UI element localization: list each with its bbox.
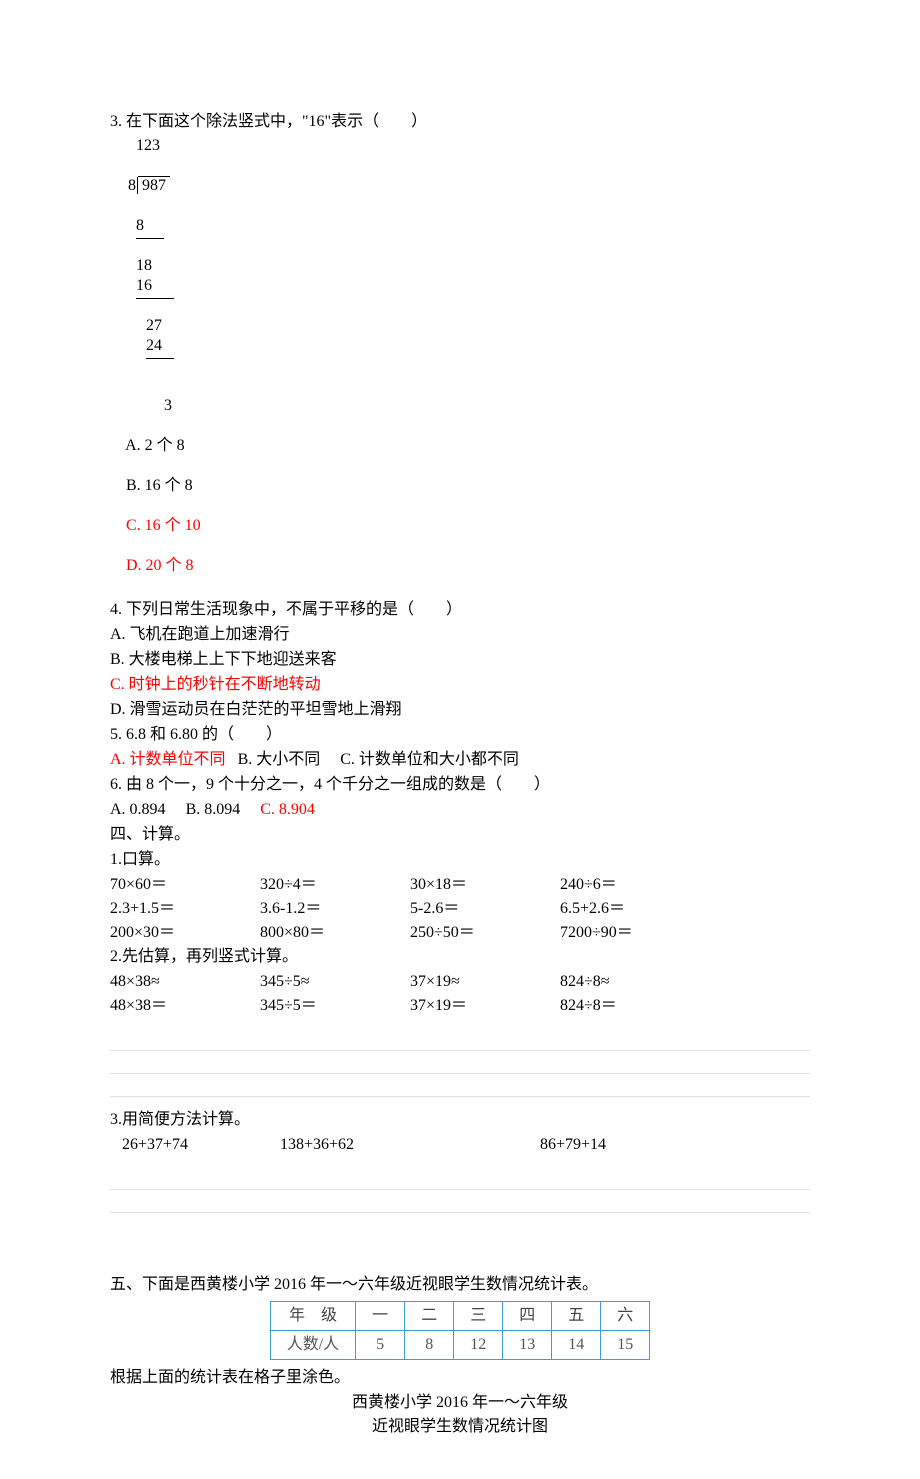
- step2-bring: 18: [136, 257, 152, 274]
- chart-title-2: 近视眼学生数情况统计图: [110, 1415, 810, 1439]
- mental-row3: 200×30＝ 800×80＝ 250÷50＝ 7200÷90＝: [110, 921, 810, 945]
- calc-item: 37×19≈: [410, 970, 560, 994]
- step2-sub: 16: [136, 277, 152, 294]
- table-cell: 13: [503, 1331, 552, 1360]
- simplify-row: 26+37+74 138+36+62 86+79+14: [110, 1133, 810, 1157]
- calc-item: 5-2.6＝: [410, 897, 560, 921]
- remainder: 3: [126, 396, 172, 416]
- q3-prompt: 3. 在下面这个除法竖式中，"16"表示（ ）: [110, 110, 810, 134]
- dividend: 987: [138, 176, 170, 194]
- calc-item: 3.6-1.2＝: [260, 897, 410, 921]
- calc-item: 800×80＝: [260, 921, 410, 945]
- calc-item: 138+36+62: [280, 1133, 540, 1157]
- calc-item: 824÷8≈: [560, 970, 710, 994]
- section5-instruction: 根据上面的统计表在格子里涂色。: [110, 1366, 810, 1390]
- table-header: 六: [601, 1302, 650, 1331]
- table-header: 年 级: [270, 1302, 355, 1331]
- q5-prompt: 5. 6.8 和 6.80 的（ ）: [110, 723, 810, 747]
- calc-item: 320÷4＝: [260, 873, 410, 897]
- calc-item: 2.3+1.5＝: [110, 897, 260, 921]
- row-label: 人数/人: [270, 1331, 355, 1360]
- q3-option-a: A. 2 个 8: [125, 437, 185, 454]
- table-cell: 15: [601, 1331, 650, 1360]
- estimate-row1: 48×38≈ 345÷5≈ 37×19≈ 824÷8≈: [110, 970, 810, 994]
- calc-item: 250÷50＝: [410, 921, 560, 945]
- q4-prompt: 4. 下列日常生活现象中，不属于平移的是（ ）: [110, 598, 810, 622]
- q5-option-a: A. 计数单位不同: [110, 751, 226, 768]
- stats-table: 年 级 一 二 三 四 五 六 人数/人 5 8 12 13 14 15: [270, 1301, 651, 1360]
- calc-item: 240÷6＝: [560, 873, 710, 897]
- table-row: 年 级 一 二 三 四 五 六: [270, 1302, 650, 1331]
- step3-bring: 27: [146, 317, 162, 334]
- table-header: 三: [454, 1302, 503, 1331]
- chart-title-1: 西黄楼小学 2016 年一～六年级: [110, 1391, 810, 1415]
- long-division: 123 8987 8 18 16 27 24 3 A. 2 个 8 B. 16 …: [110, 136, 810, 596]
- s4-p1: 1.口算。: [110, 848, 810, 872]
- table-cell: 14: [552, 1331, 601, 1360]
- s4-p3: 3.用简便方法计算。: [110, 1108, 810, 1132]
- q5-option-b: B. 大小不同: [238, 751, 321, 768]
- calc-item: 48×38＝: [110, 994, 260, 1018]
- calc-item: 37×19＝: [410, 994, 560, 1018]
- q5-option-c: C. 计数单位和大小都不同: [340, 751, 519, 768]
- table-header: 四: [503, 1302, 552, 1331]
- calc-item: 30×18＝: [410, 873, 560, 897]
- q6-prompt: 6. 由 8 个一，9 个十分之一，4 个千分之一组成的数是（ ）: [110, 773, 810, 797]
- table-header: 二: [405, 1302, 454, 1331]
- calc-item: 26+37+74: [110, 1133, 280, 1157]
- q6-option-c: C. 8.904: [260, 801, 315, 818]
- calc-item: 345÷5≈: [260, 970, 410, 994]
- table-cell: 8: [405, 1331, 454, 1360]
- q4-option-a: A. 飞机在跑道上加速滑行: [110, 623, 810, 647]
- table-header: 五: [552, 1302, 601, 1331]
- q4-option-d: D. 滑雪运动员在白茫茫的平坦雪地上滑翔: [110, 698, 810, 722]
- estimate-row2: 48×38＝ 345÷5＝ 37×19＝ 824÷8＝: [110, 994, 810, 1018]
- calc-item: 6.5+2.6＝: [560, 897, 710, 921]
- section4-title: 四、计算。: [110, 823, 810, 847]
- table-cell: 5: [356, 1331, 405, 1360]
- calc-item: 86+79+14: [540, 1133, 710, 1157]
- table-cell: 12: [454, 1331, 503, 1360]
- s4-p2: 2.先估算，再列竖式计算。: [110, 945, 810, 969]
- q6-option-a: A. 0.894: [110, 801, 166, 818]
- q3-option-b: B. 16 个 8: [126, 477, 193, 494]
- calc-item: 345÷5＝: [260, 994, 410, 1018]
- work-area: [110, 1028, 810, 1098]
- q6-options: A. 0.894 B. 8.094 C. 8.904: [110, 798, 810, 822]
- quotient: 123: [136, 137, 160, 154]
- calc-item: 48×38≈: [110, 970, 260, 994]
- work-area-2: [110, 1167, 810, 1213]
- q6-option-b: B. 8.094: [186, 801, 241, 818]
- mental-row1: 70×60＝ 320÷4＝ 30×18＝ 240÷6＝: [110, 873, 810, 897]
- step3-sub: 24: [146, 337, 162, 354]
- q3-option-c: C. 16 个 10: [126, 517, 201, 534]
- q3-option-d: D. 20 个 8: [126, 557, 194, 574]
- table-header: 一: [356, 1302, 405, 1331]
- q4-option-b: B. 大楼电梯上上下下地迎送来客: [110, 648, 810, 672]
- step1-sub: 8: [136, 217, 144, 234]
- calc-item: 7200÷90＝: [560, 921, 710, 945]
- table-row: 人数/人 5 8 12 13 14 15: [270, 1331, 650, 1360]
- mental-row2: 2.3+1.5＝ 3.6-1.2＝ 5-2.6＝ 6.5+2.6＝: [110, 897, 810, 921]
- divisor: 8: [126, 177, 138, 194]
- calc-item: 200×30＝: [110, 921, 260, 945]
- calc-item: 70×60＝: [110, 873, 260, 897]
- calc-item: 824÷8＝: [560, 994, 710, 1018]
- q5-options: A. 计数单位不同 B. 大小不同 C. 计数单位和大小都不同: [110, 748, 810, 772]
- section5-title: 五、下面是西黄楼小学 2016 年一～六年级近视眼学生数情况统计表。: [110, 1273, 810, 1297]
- q4-option-c: C. 时钟上的秒针在不断地转动: [110, 673, 810, 697]
